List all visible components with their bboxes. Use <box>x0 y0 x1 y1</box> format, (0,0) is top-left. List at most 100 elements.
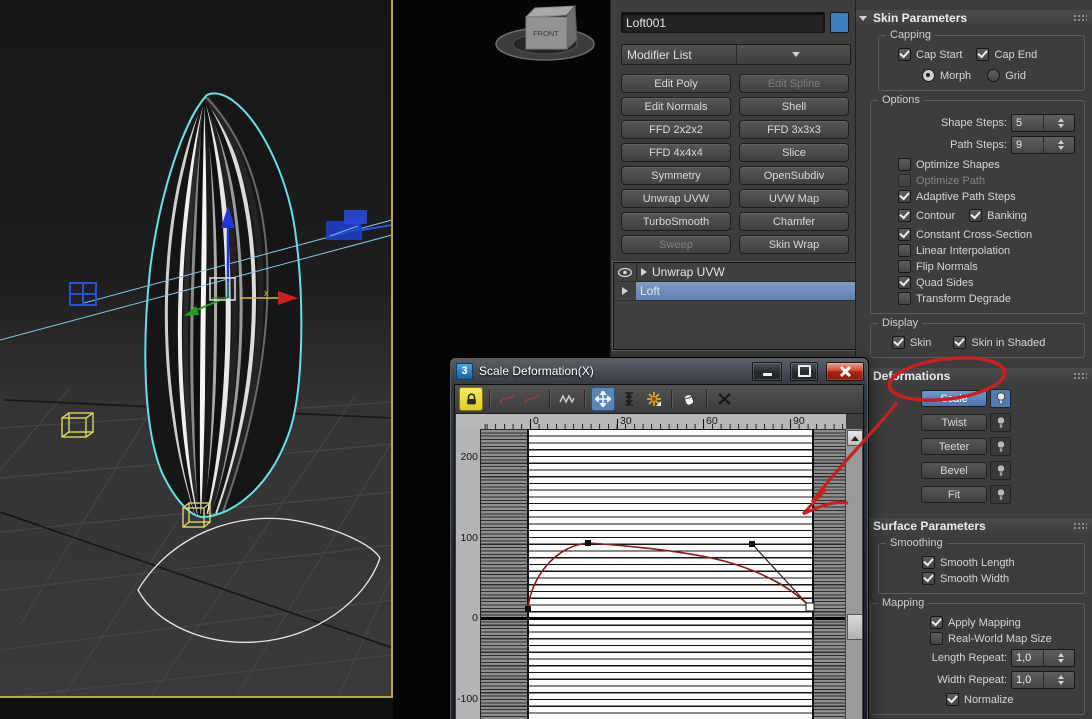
checkbox-smooth-length[interactable]: Smooth Length <box>922 556 1081 569</box>
stack-row-unwrap-uvw[interactable]: Unwrap UVW <box>614 263 855 282</box>
checkbox-skin-in-shaded[interactable]: Skin in Shaded <box>953 336 1045 349</box>
viewcube[interactable]: FRONT <box>493 2 597 66</box>
checkbox-flip-normals[interactable]: Flip Normals <box>898 260 1081 273</box>
control-point[interactable] <box>525 606 531 612</box>
checkbox-linear-interpolation[interactable]: Linear Interpolation <box>898 244 1081 257</box>
graph-vertical-scrollbar[interactable] <box>845 429 862 719</box>
enable-deformation-bulb-icon[interactable] <box>990 461 1011 480</box>
length-repeat-spinner[interactable]: 1,0 <box>1011 649 1075 667</box>
modifier-button-edit-normals[interactable]: Edit Normals <box>621 97 731 116</box>
checkbox-contour[interactable]: Contour <box>898 209 955 222</box>
display-x-axis-icon[interactable] <box>496 388 518 410</box>
radio-grid[interactable]: Grid <box>987 69 1026 82</box>
spinner-arrows-icon[interactable] <box>1043 137 1075 153</box>
checkbox-smooth-width[interactable]: Smooth Width <box>922 572 1081 585</box>
stack-row-loft[interactable]: Loft <box>614 282 855 301</box>
deformation-button-teeter[interactable]: Teeter <box>921 438 987 455</box>
enable-deformation-bulb-icon[interactable] <box>990 485 1011 504</box>
viewport-3d[interactable]: x <box>0 0 393 698</box>
scale-curve[interactable] <box>481 429 849 719</box>
modifier-button-uvw-map[interactable]: UVW Map <box>739 189 849 208</box>
modifier-button-ffd-3x3x3[interactable]: FFD 3x3x3 <box>739 120 849 139</box>
deformation-button-fit[interactable]: Fit <box>921 486 987 503</box>
rollout-grip-icon <box>1073 522 1087 531</box>
modifier-button-skin-wrap[interactable]: Skin Wrap <box>739 235 849 254</box>
modifier-button-chamfer[interactable]: Chamfer <box>739 212 849 231</box>
rollout-header-deformations[interactable]: Deformations <box>856 368 1092 384</box>
move-control-point-icon[interactable] <box>591 387 615 411</box>
checkbox-adaptive-path-steps[interactable]: Adaptive Path Steps <box>898 190 1081 203</box>
path-start-marker[interactable] <box>70 283 96 305</box>
maximize-button[interactable] <box>790 362 818 381</box>
modifier-button-ffd-4x4x4[interactable]: FFD 4x4x4 <box>621 143 731 162</box>
window-title-bar[interactable]: 3 Scale Deformation(X) <box>450 358 868 383</box>
blue-gizmo-cluster[interactable] <box>326 210 392 240</box>
spinner-arrows-icon[interactable] <box>1043 115 1075 131</box>
modifier-button-turbosmooth[interactable]: TurboSmooth <box>621 212 731 231</box>
shape-steps-spinner[interactable]: 5 <box>1011 114 1075 132</box>
expand-arrow-icon[interactable] <box>641 268 647 276</box>
scrollbar-thumb[interactable] <box>847 614 863 640</box>
enable-deformation-bulb-icon[interactable] <box>990 437 1011 456</box>
swap-deform-curves-icon[interactable] <box>556 388 578 410</box>
deformation-button-scale[interactable]: Scale <box>921 390 987 407</box>
checkbox-constant-cross-section[interactable]: Constant Cross-Section <box>898 228 1081 241</box>
expand-arrow-icon[interactable] <box>614 282 636 300</box>
modifier-button-unwrap-uvw[interactable]: Unwrap UVW <box>621 189 731 208</box>
close-button[interactable] <box>826 362 864 381</box>
checkbox-quad-sides[interactable]: Quad Sides <box>898 276 1081 289</box>
width-repeat-spinner[interactable]: 1,0 <box>1011 671 1075 689</box>
modifier-button-sweep[interactable]: Sweep <box>621 235 731 254</box>
modifier-button-edit-spline[interactable]: Edit Spline <box>739 74 849 93</box>
modifier-button-ffd-2x2x2[interactable]: FFD 2x2x2 <box>621 120 731 139</box>
deformation-curve[interactable] <box>528 543 810 609</box>
checkbox-skin[interactable]: Skin <box>892 336 931 349</box>
modifier-button-slice[interactable]: Slice <box>739 143 849 162</box>
make-symmetrical-icon[interactable] <box>459 387 483 411</box>
modifier-button-opensubdiv[interactable]: OpenSubdiv <box>739 166 849 185</box>
control-point-selected[interactable] <box>806 603 814 611</box>
scroll-up-arrow-icon[interactable] <box>847 430 863 446</box>
viewport-below-strip <box>0 698 393 719</box>
rollout-header-skin-parameters[interactable]: Skin Parameters <box>856 10 1092 26</box>
delete-control-point-icon[interactable] <box>678 388 700 410</box>
dummy-helper-left[interactable] <box>62 413 93 437</box>
deformation-button-twist[interactable]: Twist <box>921 414 987 431</box>
minimize-button[interactable] <box>752 362 782 381</box>
spinner-arrows-icon[interactable] <box>1043 672 1075 688</box>
visibility-eye-icon[interactable] <box>614 263 637 281</box>
enable-deformation-bulb-icon[interactable] <box>990 389 1011 408</box>
checkbox-normalize[interactable]: Normalize <box>946 693 1081 706</box>
object-color-swatch[interactable] <box>830 12 849 33</box>
enable-deformation-bulb-icon[interactable] <box>990 413 1011 432</box>
modifier-button-symmetry[interactable]: Symmetry <box>621 166 731 185</box>
path-steps-spinner[interactable]: 9 <box>1011 136 1075 154</box>
spinner-arrows-icon[interactable] <box>1043 650 1075 666</box>
group-title: Display <box>878 317 922 329</box>
checkbox-cap-end[interactable]: Cap End <box>976 48 1037 61</box>
checkbox-optimize-path[interactable]: Optimize Path <box>898 174 1081 187</box>
modifier-list-dropdown[interactable]: Modifier List <box>621 44 851 65</box>
modifier-button-shell[interactable]: Shell <box>739 97 849 116</box>
curve-plot-area[interactable] <box>480 429 846 719</box>
command-panel-rollouts: Skin Parameters Capping Cap Start Cap En… <box>855 0 1092 719</box>
rollout-header-surface-parameters[interactable]: Surface Parameters <box>856 518 1092 534</box>
checkbox-cap-start[interactable]: Cap Start <box>898 48 962 61</box>
checkbox-banking[interactable]: Banking <box>969 209 1027 222</box>
deformation-button-bevel[interactable]: Bevel <box>921 462 987 479</box>
checkbox-transform-degrade[interactable]: Transform Degrade <box>898 292 1081 305</box>
checkbox-optimize-shapes[interactable]: Optimize Shapes <box>898 158 1081 171</box>
object-name-field[interactable] <box>621 12 825 33</box>
modifier-button-edit-poly[interactable]: Edit Poly <box>621 74 731 93</box>
radio-morph[interactable]: Morph <box>922 69 971 82</box>
checkbox-apply-mapping[interactable]: Apply Mapping <box>930 616 1081 629</box>
bezier-handle-point[interactable] <box>749 541 755 547</box>
checkbox-real-world-map-size[interactable]: Real-World Map Size <box>930 632 1081 645</box>
insert-corner-point-icon[interactable] <box>643 388 665 410</box>
scale-deformation-window[interactable]: 3 Scale Deformation(X) <box>449 357 869 719</box>
scale-control-point-icon[interactable] <box>618 388 640 410</box>
loft-seed-mesh[interactable] <box>145 93 301 517</box>
control-point[interactable] <box>585 540 591 546</box>
display-y-axis-icon[interactable] <box>521 388 543 410</box>
reset-curve-icon[interactable] <box>713 388 735 410</box>
